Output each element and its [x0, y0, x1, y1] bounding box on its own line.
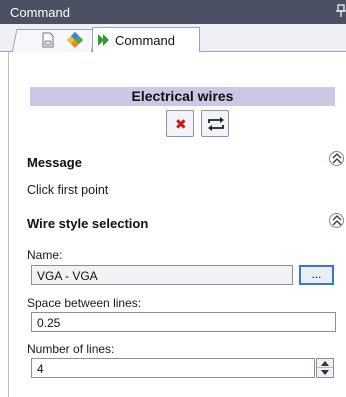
number-of-lines-input[interactable]: 4: [31, 358, 315, 378]
delete-x-icon: ✖: [175, 116, 187, 132]
collapse-message-button[interactable]: [329, 151, 344, 166]
message-text: Click first point: [27, 183, 109, 197]
browse-button[interactable]: ...: [299, 265, 334, 285]
command-header: Electrical wires: [30, 87, 335, 106]
chevron-up-double-icon: [332, 215, 342, 226]
collapse-wire-style-button[interactable]: [329, 213, 344, 228]
name-label: Name:: [27, 248, 63, 262]
number-of-lines-label: Number of lines:: [27, 342, 115, 356]
chevron-up-double-icon: [332, 153, 342, 164]
diamond-puzzle-icon[interactable]: [66, 31, 84, 52]
window-title: Command: [10, 5, 70, 20]
play-icon: [96, 32, 112, 51]
stepper-down-button[interactable]: [317, 368, 333, 377]
window-titlebar: Command: [0, 0, 346, 24]
name-field[interactable]: VGA - VGA: [31, 265, 293, 285]
number-of-lines-stepper[interactable]: [316, 358, 334, 378]
wire-style-group-title: Wire style selection: [27, 216, 149, 231]
swap-arrows-icon: [208, 117, 224, 131]
pin-icon[interactable]: [336, 4, 346, 18]
space-between-lines-label: Space between lines:: [27, 296, 142, 310]
triangle-down-icon: [321, 370, 329, 375]
message-group-title: Message: [27, 155, 82, 170]
swap-button[interactable]: [201, 110, 229, 137]
tab-command[interactable]: Command: [92, 27, 200, 53]
document-icon[interactable]: [40, 32, 56, 51]
delete-button[interactable]: ✖: [166, 110, 194, 137]
tab-strip: Command: [0, 24, 346, 53]
tab-command-label: Command: [115, 33, 175, 48]
triangle-up-icon: [321, 361, 329, 366]
space-between-lines-input[interactable]: 0.25: [31, 312, 336, 332]
stepper-up-button[interactable]: [317, 359, 333, 368]
